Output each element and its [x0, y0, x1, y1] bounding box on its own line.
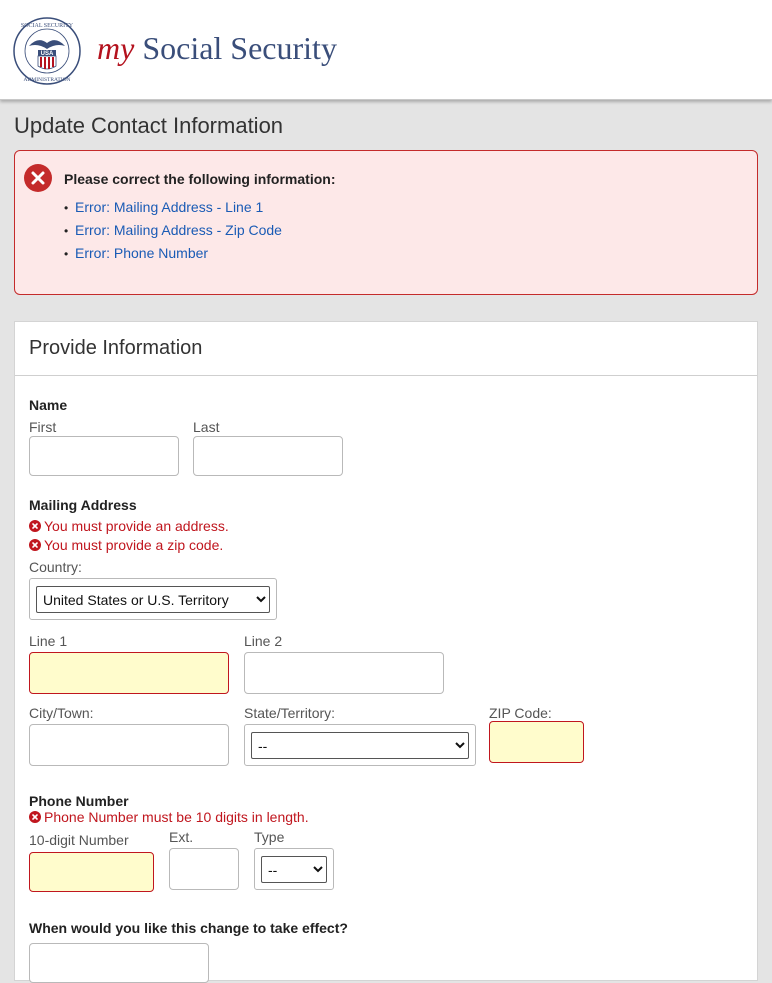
address-error: You must provide an address. [29, 518, 229, 534]
effective-date-label: When would you like this change to take … [29, 920, 348, 936]
zip-label: ZIP Code: [489, 705, 552, 721]
brand-wordmark[interactable]: my Social Security [97, 30, 337, 67]
provide-information-card: Provide Information Name First Last Mail… [14, 321, 758, 983]
city-input[interactable] [29, 724, 229, 766]
effective-date-input[interactable] [29, 943, 209, 983]
name-label: Name [29, 397, 68, 413]
error-link-line1[interactable]: Error: Mailing Address - Line 1 [75, 199, 263, 215]
error-link-zip[interactable]: Error: Mailing Address - Zip Code [75, 222, 282, 238]
country-label: Country: [29, 559, 82, 575]
error-link-phone[interactable]: Error: Phone Number [75, 245, 208, 261]
brand-my: my [97, 30, 135, 66]
zip-input[interactable] [489, 721, 584, 763]
country-select-wrapper: United States or U.S. Territory [29, 578, 277, 620]
zip-error-text: You must provide a zip code. [44, 537, 224, 553]
phone-number-input[interactable] [29, 852, 154, 892]
mailing-address-label: Mailing Address [29, 497, 137, 513]
last-name-label: Last [193, 419, 220, 435]
ssa-seal-logo[interactable]: SOCIAL SECURITY ADMINISTRATION USA [12, 16, 82, 86]
state-select[interactable]: -- [251, 732, 469, 759]
error-summary-item: • Error: Mailing Address - Line 1 [64, 199, 264, 215]
first-name-input[interactable] [29, 436, 179, 476]
phone-number-sublabel: 10-digit Number [29, 832, 129, 848]
state-select-wrapper: -- [244, 724, 476, 766]
type-select-wrapper: -- [254, 848, 334, 890]
address-error-text: You must provide an address. [44, 518, 229, 534]
city-label: City/Town: [29, 705, 94, 721]
page-title: Update Contact Information [14, 113, 284, 138]
site-header: SOCIAL SECURITY ADMINISTRATION USA my Soc… [0, 0, 772, 100]
line1-label: Line 1 [29, 633, 68, 649]
phone-error-text: Phone Number must be 10 digits in length… [44, 809, 309, 825]
error-summary: Please correct the following information… [14, 150, 758, 295]
error-x-icon [29, 520, 41, 532]
error-x-icon [29, 539, 41, 551]
brand-name: Social Security [142, 30, 337, 66]
seal-bottom-text: ADMINISTRATION [23, 77, 70, 83]
country-select[interactable]: United States or U.S. Territory [36, 586, 270, 613]
ext-input[interactable] [169, 848, 239, 890]
phone-number-label: Phone Number [29, 793, 129, 809]
error-summary-item: • Error: Phone Number [64, 245, 209, 261]
card-title: Provide Information [29, 337, 203, 359]
error-summary-heading: Please correct the following information… [64, 171, 336, 187]
error-summary-list: • Error: Mailing Address - Line 1 • Error:… [64, 198, 282, 267]
last-name-input[interactable] [193, 436, 343, 476]
seal-top-text: SOCIAL SECURITY [21, 23, 74, 29]
line2-label: Line 2 [244, 633, 283, 649]
error-x-icon [29, 811, 41, 823]
first-name-label: First [29, 419, 57, 435]
state-label: State/Territory: [244, 705, 336, 721]
error-summary-item: • Error: Mailing Address - Zip Code [64, 222, 282, 238]
type-select[interactable]: -- [261, 856, 327, 883]
type-label: Type [254, 829, 285, 845]
card-divider [15, 375, 757, 376]
ext-label: Ext. [169, 829, 194, 845]
phone-error: Phone Number must be 10 digits in length… [29, 809, 309, 825]
line1-input[interactable] [29, 652, 229, 694]
line2-input[interactable] [244, 652, 444, 694]
error-x-icon [24, 164, 52, 192]
zip-error: You must provide a zip code. [29, 537, 223, 553]
